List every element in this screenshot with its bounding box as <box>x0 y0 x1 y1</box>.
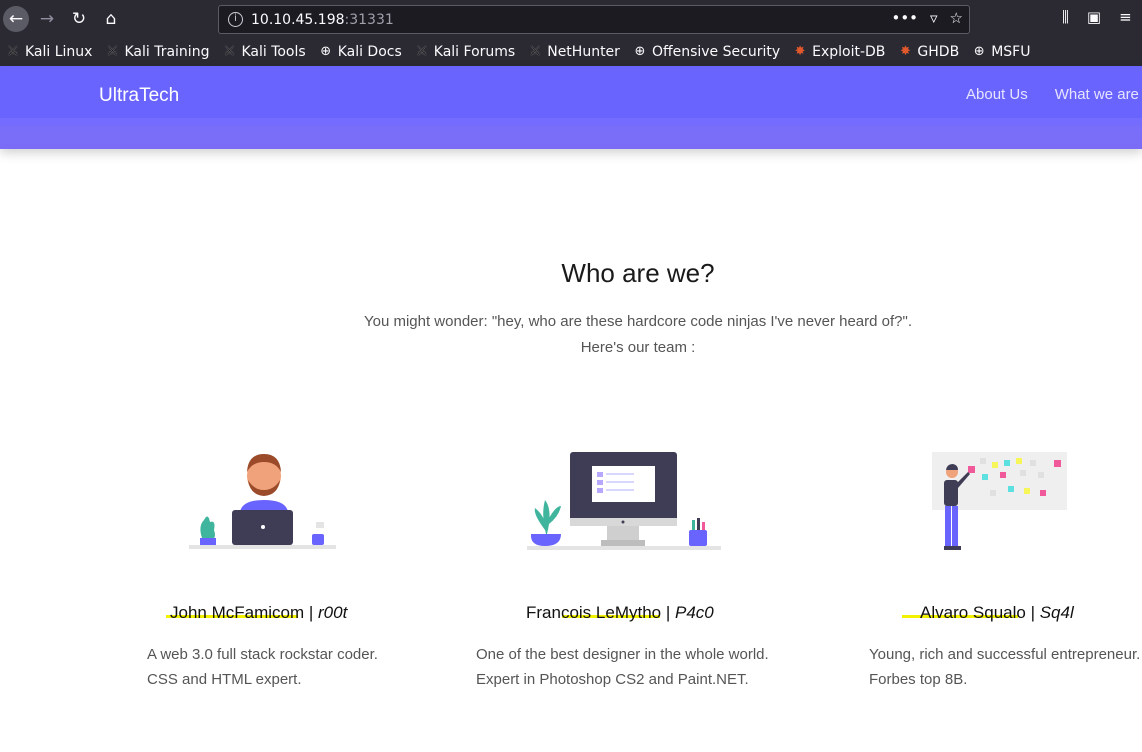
url-actions: ••• ▿ ☆ <box>891 9 963 27</box>
nav-about-us[interactable]: About Us <box>966 86 1028 103</box>
name-separator: | <box>661 603 675 622</box>
url-host: 10.10.45.198 <box>251 12 345 28</box>
globe-icon: ⊕ <box>320 44 332 59</box>
exploitdb-icon: ✸ <box>794 44 806 59</box>
description-line-2: Expert in Photoshop CS2 and Paint.NET. <box>476 671 749 688</box>
kali-dragon-icon: ⚔ <box>415 44 428 59</box>
description-line-1: A web 3.0 full stack rockstar coder. <box>147 646 378 663</box>
bookmarks-bar: ⚔ Kali Linux ⚔ Kali Training ⚔ Kali Tools ⊕… <box>0 38 1142 66</box>
site-brand[interactable]: UltraTech <box>99 85 179 107</box>
bookmark-label: MSFU <box>991 44 1031 60</box>
bookmark-kali-tools[interactable]: ⚔ Kali Tools <box>221 44 306 60</box>
name-separator: | <box>1025 603 1040 622</box>
url-text[interactable]: 10.10.45.198:31331 <box>251 12 394 28</box>
bookmark-exploit-db[interactable]: ✸ Exploit-DB <box>792 44 886 60</box>
member-name: Alvaro Squalo | Sq4l <box>920 603 1074 623</box>
bookmark-kali-forums[interactable]: ⚔ Kali Forums <box>414 44 515 60</box>
browser-toolbar: ← → ↻ ⌂ i 10.10.45.198:31331 ••• ▿ ☆ ⫼ ▣… <box>0 0 1142 38</box>
subtitle-line-1: You might wonder: "hey, who are these ha… <box>363 313 912 330</box>
forward-arrow-icon[interactable]: → <box>34 6 60 32</box>
member-name: Francois LeMytho | P4c0 <box>526 603 714 623</box>
nav-what-we-are[interactable]: What we are <box>1055 86 1139 103</box>
bookmark-kali-training[interactable]: ⚔ Kali Training <box>104 44 210 60</box>
bookmark-kali-docs[interactable]: ⊕ Kali Docs <box>318 44 402 60</box>
bookmark-kali-linux[interactable]: ⚔ Kali Linux <box>5 44 92 60</box>
home-icon[interactable]: ⌂ <box>98 6 124 32</box>
description-line-2: CSS and HTML expert. <box>147 671 302 688</box>
header-wave <box>0 118 1142 149</box>
bookmark-label: Kali Forums <box>433 44 516 60</box>
name-separator: | <box>304 603 319 622</box>
member-handle: P4c0 <box>675 603 714 622</box>
bookmark-nethunter[interactable]: ⚔ NetHunter <box>527 44 620 60</box>
site-header: UltraTech About Us What we are <box>0 66 1142 149</box>
kali-dragon-icon: ⚔ <box>223 44 236 59</box>
member-name: John McFamicom | r00t <box>170 603 347 623</box>
more-actions-icon[interactable]: ••• <box>891 9 918 27</box>
bookmark-label: Kali Linux <box>25 44 93 60</box>
menu-icon[interactable]: ≡ <box>1119 8 1132 26</box>
member-description: One of the best designer in the whole wo… <box>476 642 769 692</box>
bookmark-offensive-security[interactable]: ⊕ Offensive Security <box>632 44 780 60</box>
kali-dragon-icon: ⚔ <box>106 44 119 59</box>
description-line-1: Young, rich and successful entrepreneur. <box>869 646 1141 663</box>
member-description: Young, rich and successful entrepreneur.… <box>869 642 1140 692</box>
globe-icon: ⊕ <box>634 44 646 59</box>
bookmark-label: Kali Docs <box>337 44 402 60</box>
coder-illustration <box>189 454 336 549</box>
section-title: Who are we? <box>561 258 715 288</box>
info-icon[interactable]: i <box>228 12 243 27</box>
designer-illustration <box>527 452 721 550</box>
site-nav: About Us What we are <box>966 86 1139 103</box>
member-fullname: Alvaro Squalo <box>920 603 1026 622</box>
sidebar-icon[interactable]: ▣ <box>1087 8 1101 26</box>
url-port: :31331 <box>344 12 394 28</box>
member-description: A web 3.0 full stack rockstar coder. CSS… <box>147 642 378 692</box>
description-line-2: Forbes top 8B. <box>869 671 968 688</box>
bookmark-ghdb[interactable]: ✸ GHDB <box>897 44 959 60</box>
kali-dragon-icon: ⚔ <box>7 44 19 59</box>
description-line-1: One of the best designer in the whole wo… <box>476 646 769 663</box>
member-fullname: John McFamicom <box>170 603 305 622</box>
entrepreneur-illustration <box>932 452 1067 550</box>
bookmark-label: Kali Tools <box>241 44 306 60</box>
library-icon[interactable]: ⫼ <box>1062 8 1069 26</box>
browser-chrome: ← → ↻ ⌂ i 10.10.45.198:31331 ••• ▿ ☆ ⫼ ▣… <box>0 0 1142 66</box>
reload-icon[interactable]: ↻ <box>66 6 92 32</box>
bookmark-label: Exploit-DB <box>812 44 886 60</box>
back-arrow-icon[interactable]: ← <box>3 6 29 32</box>
globe-icon: ⊕ <box>973 44 985 59</box>
bookmark-label: Kali Training <box>124 44 210 60</box>
bookmark-label: Offensive Security <box>651 44 781 60</box>
subtitle-line-2: Here's our team : <box>580 339 696 356</box>
toolbar-right-icons: ⫼ ▣ ≡ <box>1062 8 1142 26</box>
kali-dragon-icon: ⚔ <box>529 44 542 59</box>
section-subtitle: You might wonder: "hey, who are these ha… <box>0 309 1142 361</box>
member-fullname: Francois LeMytho <box>526 603 662 622</box>
bookmark-label: GHDB <box>917 44 960 60</box>
star-bookmark-icon[interactable]: ☆ <box>950 9 963 27</box>
bookmark-label: NetHunter <box>547 44 620 60</box>
exploitdb-icon: ✸ <box>899 44 911 59</box>
member-handle: Sq4l <box>1039 603 1074 622</box>
member-handle: r00t <box>318 603 348 622</box>
bookmark-msfu[interactable]: ⊕ MSFU <box>971 44 1031 60</box>
pocket-icon[interactable]: ▿ <box>930 9 938 27</box>
url-bar[interactable]: i 10.10.45.198:31331 ••• ▿ ☆ <box>218 5 970 34</box>
